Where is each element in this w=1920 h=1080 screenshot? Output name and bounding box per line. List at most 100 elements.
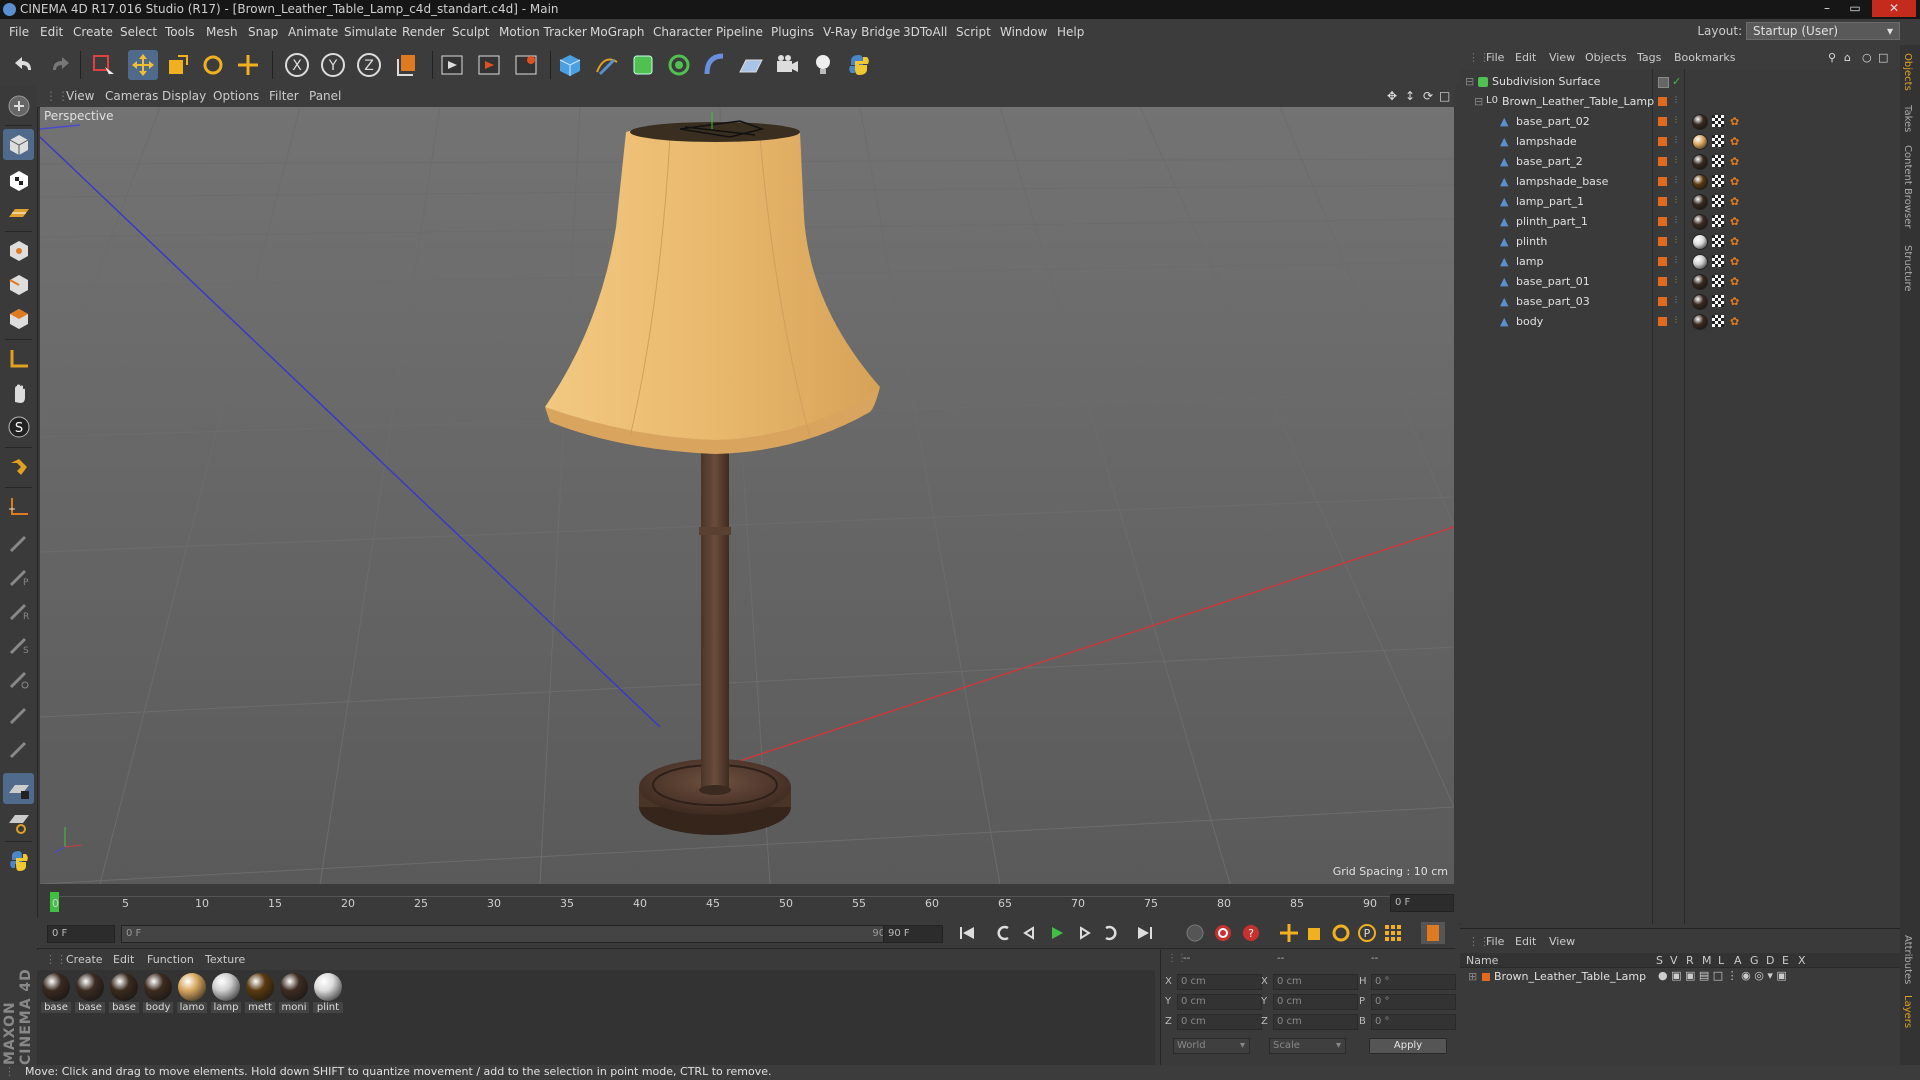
brush-tool-5-icon[interactable] (3, 663, 34, 694)
layer-color-swatch[interactable] (1658, 237, 1667, 246)
material-tag-icon[interactable] (1692, 114, 1708, 130)
python-icon[interactable] (844, 50, 874, 80)
brush-tool-2-icon[interactable]: P (3, 561, 34, 592)
key-point-level-icon[interactable] (1381, 922, 1405, 944)
go-to-end-icon[interactable] (1133, 922, 1157, 944)
brush-tool-4-icon[interactable]: S (3, 629, 34, 660)
tab-attributes[interactable]: Attributes (1902, 935, 1913, 984)
object-row[interactable]: ▲ lamp ⋮ ✿ (1460, 252, 1895, 272)
layer-color-swatch[interactable] (1658, 317, 1667, 326)
menu-file[interactable]: File (9, 25, 29, 39)
range-slider[interactable]: 0 F 90 F (121, 925, 911, 943)
menu-edit[interactable]: Edit (40, 25, 63, 39)
y-axis-lock-icon[interactable]: Y (318, 50, 348, 80)
size-x-field[interactable]: 0 cm (1273, 974, 1358, 990)
rotation-b-field[interactable]: 0 ° (1371, 1014, 1456, 1030)
size-y-field[interactable]: 0 cm (1273, 994, 1358, 1010)
collapse-icon[interactable]: ⊟ (1465, 75, 1474, 88)
timeline-ruler[interactable]: 0 5 10 15 20 25 30 35 40 45 50 55 60 65 … (40, 884, 1454, 918)
axis-mode-icon[interactable] (3, 343, 34, 374)
3d-viewport[interactable]: Perspective Grid Spacing : 10 cm (40, 107, 1454, 884)
uvw-tag-icon[interactable] (1712, 275, 1724, 287)
move-tool-icon[interactable] (128, 50, 158, 80)
model-mode-icon[interactable] (3, 129, 34, 160)
viewport-menu-panel[interactable]: Panel (309, 89, 341, 103)
visibility-dots-icon[interactable]: ⋮ (1672, 215, 1680, 224)
objects-menu-tags[interactable]: Tags (1637, 51, 1661, 64)
brush-tool-7-icon[interactable] (3, 733, 34, 764)
menu-render[interactable]: Render (402, 25, 445, 39)
phong-tag-icon[interactable]: ✿ (1730, 155, 1739, 168)
tab-takes[interactable]: Takes (1902, 105, 1913, 132)
objects-menu-file[interactable]: File (1486, 51, 1504, 64)
key-parameter-icon[interactable]: P (1355, 922, 1379, 944)
floor-icon[interactable] (736, 50, 766, 80)
menu-3dtoall[interactable]: 3DToAll (903, 25, 947, 39)
previous-frame-icon[interactable] (1017, 922, 1041, 944)
material-tag-icon[interactable] (1692, 254, 1708, 270)
coordinate-system-icon[interactable] (392, 50, 422, 80)
uvw-tag-icon[interactable] (1712, 115, 1724, 127)
phong-tag-icon[interactable]: ✿ (1730, 295, 1739, 308)
menu-simulate[interactable]: Simulate (344, 25, 397, 39)
edges-mode-icon[interactable] (3, 269, 34, 300)
tweak-mode-icon[interactable] (3, 377, 34, 408)
brush-tool-6-icon[interactable] (3, 699, 34, 730)
layer-color-swatch[interactable] (1658, 217, 1667, 226)
material-swatch[interactable]: base (109, 973, 139, 1013)
x-axis-lock-icon[interactable]: X (282, 50, 312, 80)
object-row[interactable]: ▲ lamp_part_1 ⋮ ✿ (1460, 192, 1895, 212)
material-tag-icon[interactable] (1692, 174, 1708, 190)
z-axis-lock-icon[interactable]: Z (354, 50, 384, 80)
phong-tag-icon[interactable]: ✿ (1730, 275, 1739, 288)
python-script-icon[interactable] (3, 845, 34, 876)
size-z-field[interactable]: 0 cm (1273, 1014, 1358, 1030)
layer-flag-icons[interactable]: ● ▣ ▣ ▤ □ ⋮ ◉ ◎ ▾ ▣ (1658, 969, 1787, 982)
apply-button[interactable]: Apply (1369, 1038, 1447, 1054)
viewport-menu-options[interactable]: Options (213, 89, 259, 103)
object-row[interactable]: ▲ base_part_01 ⋮ ✿ (1460, 272, 1895, 292)
layer-color-swatch[interactable] (1658, 257, 1667, 266)
layout-dropdown[interactable]: Startup (User) ▾ (1746, 22, 1900, 40)
material-tag-icon[interactable] (1692, 134, 1708, 150)
object-row[interactable]: ▲ base_part_03 ⋮ ✿ (1460, 292, 1895, 312)
layer-color-swatch[interactable] (1658, 177, 1667, 186)
uvw-tag-icon[interactable] (1712, 155, 1724, 167)
uvw-tag-icon[interactable] (1712, 175, 1724, 187)
layer-icon[interactable] (1658, 77, 1669, 88)
material-tag-icon[interactable] (1692, 214, 1708, 230)
menu-character[interactable]: Character (653, 25, 712, 39)
menu-pipeline[interactable]: Pipeline (716, 25, 763, 39)
home-icon[interactable]: ⌂ (1844, 51, 1851, 64)
lock-workplane-icon[interactable] (3, 773, 34, 804)
menu-script[interactable]: Script (956, 25, 991, 39)
brush-tool-3-icon[interactable]: R (3, 595, 34, 626)
phong-tag-icon[interactable]: ✿ (1730, 235, 1739, 248)
tab-layers[interactable]: Layers (1902, 995, 1913, 1028)
menu-sculpt[interactable]: Sculpt (452, 25, 489, 39)
objects-menu-view[interactable]: View (1549, 51, 1575, 64)
size-mode-dropdown[interactable]: Scale ▾ (1269, 1038, 1346, 1054)
phong-tag-icon[interactable]: ✿ (1730, 215, 1739, 228)
autokey-disabled-icon[interactable] (1183, 922, 1207, 944)
keyframe-selection-icon[interactable]: ? (1239, 922, 1263, 944)
material-swatch[interactable]: lamp (211, 973, 241, 1013)
material-menu-texture[interactable]: Texture (205, 953, 245, 966)
phong-tag-icon[interactable]: ✿ (1730, 195, 1739, 208)
key-rotation-icon[interactable] (1329, 922, 1353, 944)
rotation-p-field[interactable]: 0 ° (1371, 994, 1456, 1010)
uvw-tag-icon[interactable] (1712, 195, 1724, 207)
key-scale-icon[interactable] (1303, 922, 1327, 944)
object-row[interactable]: ▲ lampshade ⋮ ✿ (1460, 132, 1895, 152)
tab-content-browser[interactable]: Content Browser (1902, 145, 1913, 228)
visibility-dots-icon[interactable]: ⋮ (1672, 275, 1680, 284)
material-menu-function[interactable]: Function (147, 953, 194, 966)
material-tag-icon[interactable] (1692, 294, 1708, 310)
viewport-camera-label[interactable]: Perspective (44, 109, 114, 123)
material-swatch[interactable]: base (41, 973, 71, 1013)
deformer-icon[interactable] (700, 50, 730, 80)
workplane-mode-icon[interactable] (3, 197, 34, 228)
object-row[interactable]: ▲ body ⋮ ✿ (1460, 312, 1895, 332)
material-tag-icon[interactable] (1692, 154, 1708, 170)
live-selection-icon[interactable] (88, 50, 118, 80)
